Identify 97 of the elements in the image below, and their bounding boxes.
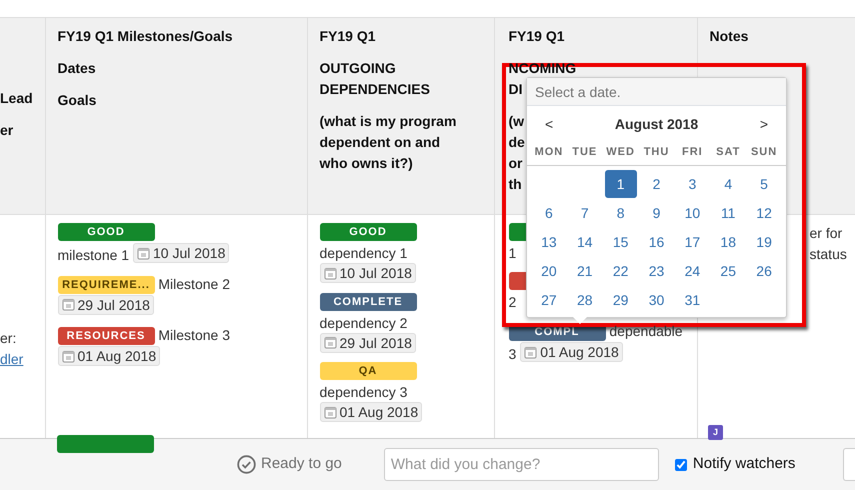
weekday-label: WED <box>605 144 636 160</box>
calendar-day[interactable]: 4 <box>712 170 744 198</box>
weekday-label: FRI <box>680 144 704 160</box>
calendar-day[interactable]: 15 <box>604 228 637 256</box>
heading-text: Lead <box>0 89 33 108</box>
date-input[interactable]: Select a date. <box>527 78 786 106</box>
column-heading: FY19 Q1 Milestones/Goals <box>58 27 234 46</box>
date-text: 29 Jul 2018 <box>340 334 412 352</box>
weekday-label: MON <box>534 144 564 160</box>
calendar-day[interactable]: 10 <box>676 199 708 227</box>
date-text: 10 Jul 2018 <box>152 244 226 262</box>
comment-field[interactable]: What did you change? <box>384 448 659 481</box>
status-lozenge: GOOD <box>320 223 416 241</box>
month-title: August 2018 <box>614 115 698 134</box>
calendar-day[interactable]: 11 <box>712 199 744 227</box>
calendar-day[interactable]: 28 <box>568 286 601 314</box>
heading-text: DEPENDENCIES <box>320 80 430 99</box>
heading-text: de <box>508 133 525 152</box>
date-chip[interactable]: 29 Jul 2018 <box>320 332 416 352</box>
calendar-day[interactable]: 1 <box>604 170 637 198</box>
heading-text: OUTGOING <box>320 59 396 78</box>
date-chip[interactable]: 29 Jul 2018 <box>58 294 154 314</box>
status-lozenge: QA <box>320 362 416 380</box>
calendar-day[interactable]: 27 <box>533 286 565 314</box>
calendar-day[interactable]: 30 <box>640 286 672 314</box>
calendar-day[interactable]: 9 <box>640 199 672 227</box>
calendar-day[interactable]: 17 <box>676 228 708 256</box>
status-lozenge: RESOURCES <box>58 327 154 346</box>
heading-text: Dates <box>58 59 96 78</box>
date-chip[interactable]: 10 Jul 2018 <box>132 243 230 263</box>
calendar-day[interactable]: 8 <box>604 199 637 227</box>
calendar-day[interactable]: 12 <box>748 199 780 227</box>
previous-month-button[interactable]: < <box>541 114 558 135</box>
calendar-day[interactable]: 31 <box>676 286 708 314</box>
date-text: 01 Aug 2018 <box>340 403 418 421</box>
date-chip[interactable]: 01 Aug 2018 <box>520 342 623 362</box>
item-text: 1 <box>508 245 516 261</box>
status-lozenge: GOOD <box>58 223 154 241</box>
heading-text: er <box>0 121 14 140</box>
weekday-label: SUN <box>750 144 778 160</box>
calendar-day[interactable]: 6 <box>533 199 565 227</box>
calendar-day[interactable]: 13 <box>533 228 565 256</box>
date-chip[interactable]: 01 Aug 2018 <box>58 346 160 366</box>
calendar-day[interactable]: 23 <box>640 257 672 285</box>
column-heading: FY19 Q1 <box>320 27 377 46</box>
notes-text: er for <box>810 224 842 243</box>
heading-text: DI <box>508 80 522 99</box>
date-text: 01 Aug 2018 <box>78 347 156 365</box>
avatar[interactable]: J <box>708 425 723 440</box>
heading-text: Goals <box>58 91 96 110</box>
item-text: milestone 1 <box>58 246 130 262</box>
heading-text: who owns it?) <box>320 154 413 173</box>
owner-label: er: <box>0 329 16 348</box>
item-text: 2 <box>508 294 516 310</box>
item-text: Milestone 3 <box>158 327 230 343</box>
status-lozenge: REQUIREME... <box>58 276 154 294</box>
weekday-label: TUE <box>571 144 598 160</box>
calendar-day[interactable]: 16 <box>640 228 672 256</box>
calendar-day[interactable]: 29 <box>604 286 637 314</box>
heading-text: or <box>508 154 522 173</box>
calendar-day[interactable]: 5 <box>748 170 780 198</box>
heading-text: th <box>508 175 522 194</box>
date-text: 01 Aug 2018 <box>540 343 619 361</box>
heading-text: (what is my program <box>320 112 456 131</box>
calendar-day[interactable]: 18 <box>712 228 744 256</box>
heading-text: dependent on and <box>320 133 440 152</box>
date-text: 10 Jul 2018 <box>340 264 412 282</box>
column-heading: FY19 Q1 <box>508 27 566 46</box>
calendar-day[interactable]: 24 <box>676 257 708 285</box>
user-link[interactable]: dler <box>0 349 24 370</box>
weekday-label: THU <box>642 144 670 160</box>
calendar-day[interactable]: 3 <box>676 170 708 198</box>
status-lozenge: COMPLETE <box>320 292 416 310</box>
date-chip[interactable]: 10 Jul 2018 <box>320 263 416 283</box>
status-text: Ready to go <box>261 454 342 474</box>
date-text: 29 Jul 2018 <box>78 296 150 314</box>
calendar-day[interactable]: 7 <box>568 199 601 227</box>
item-text: dependency 3 <box>320 384 408 400</box>
calendar-day[interactable]: 22 <box>604 257 637 285</box>
checkbox-label: Notify watchers <box>692 454 796 474</box>
item-text: Milestone 2 <box>158 276 230 292</box>
item-text: dependency 1 <box>320 245 408 261</box>
weekday-label: SAT <box>715 144 742 160</box>
heading-text: (w <box>508 112 524 131</box>
notes-text: status <box>810 245 847 264</box>
column-heading: Notes <box>710 27 750 46</box>
date-chip[interactable]: 01 Aug 2018 <box>320 402 422 422</box>
calendar-day[interactable]: 21 <box>568 257 601 285</box>
calendar-day[interactable]: 19 <box>748 228 780 256</box>
item-text: dependency 2 <box>320 314 408 330</box>
calendar-day[interactable]: 26 <box>748 257 780 285</box>
next-month-button[interactable]: > <box>756 114 772 135</box>
calendar-day[interactable]: 25 <box>712 257 744 285</box>
calendar-day[interactable]: 20 <box>533 257 565 285</box>
item-text: 3 <box>508 346 516 362</box>
calendar-day[interactable]: 2 <box>640 170 672 198</box>
calendar-day[interactable]: 14 <box>568 228 601 256</box>
